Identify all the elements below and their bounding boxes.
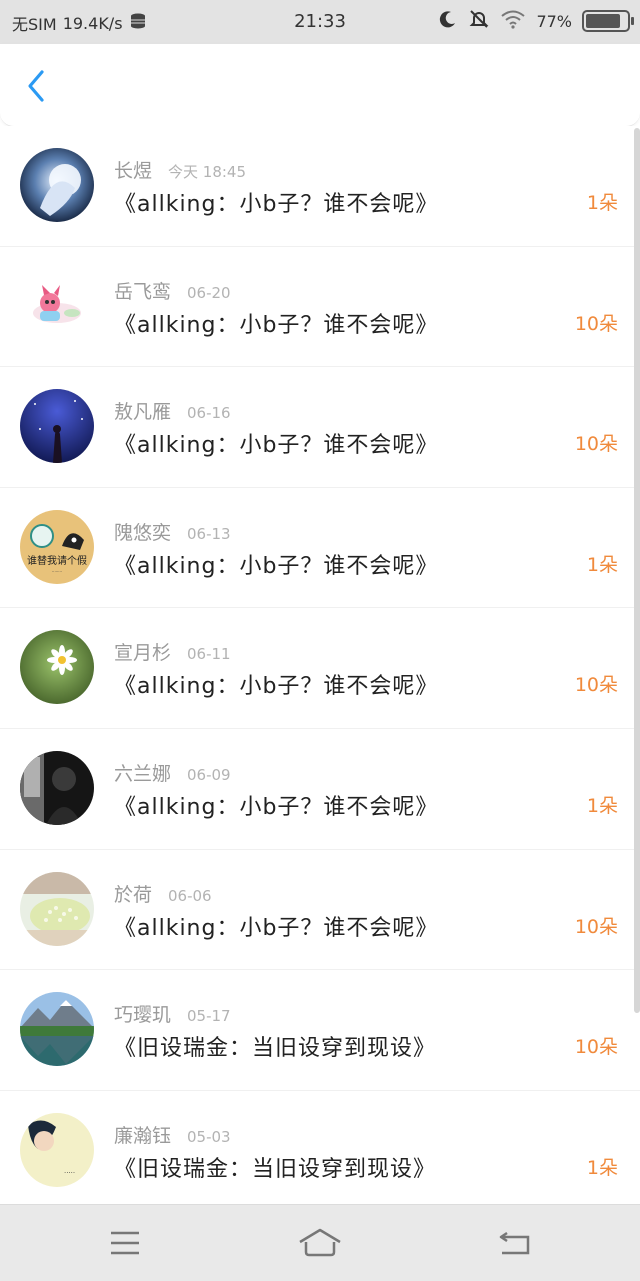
sender-name[interactable]: 隗悠奕 <box>114 518 171 545</box>
avatar[interactable] <box>20 630 94 705</box>
back-button[interactable] <box>16 66 56 106</box>
item-meta: 宣月杉 06-11 <box>114 638 231 665</box>
svg-text:········: ········ <box>52 569 62 574</box>
work-title[interactable]: 《allking：小b子？谁不会呢》 <box>114 307 438 339</box>
item-meta: 敖凡雁 06-16 <box>114 397 231 424</box>
sender-name[interactable]: 岳飞鸾 <box>114 277 171 304</box>
menu-button[interactable] <box>95 1223 155 1263</box>
sender-name[interactable]: 长煜 <box>114 156 152 183</box>
scrollbar[interactable] <box>634 128 640 1013</box>
work-title[interactable]: 《allking：小b子？谁不会呢》 <box>114 668 438 700</box>
sender-name[interactable]: 於荷 <box>114 880 152 907</box>
list-item[interactable]: 六兰娜 06-09 《allking：小b子？谁不会呢》 1朵 <box>0 729 640 850</box>
item-date: 06-20 <box>187 283 231 302</box>
list-item[interactable]: 於荷 06-06 《allking：小b子？谁不会呢》 10朵 <box>0 850 640 971</box>
mute-bell-icon <box>468 9 490 33</box>
item-date: 05-03 <box>187 1127 231 1146</box>
avatar[interactable]: 谁替我请个假 ········ <box>20 509 94 584</box>
flower-amount: 1朵 <box>586 1156 618 1179</box>
avatar[interactable] <box>20 148 94 222</box>
home-button[interactable] <box>290 1223 350 1263</box>
item-meta: 岳飞鸾 06-20 <box>114 277 231 304</box>
list-item[interactable]: 谁替我请个假 ········ 隗悠奕 06-13 《allking：小b子？谁不会呢》… <box>0 488 640 609</box>
home-icon <box>299 1228 341 1257</box>
list-item[interactable]: 敖凡雁 06-16 《allking：小b子？谁不会呢》 10朵 <box>0 367 640 488</box>
item-meta: 长煜 今天 18:45 <box>114 156 246 183</box>
item-date: 06-11 <box>187 645 231 664</box>
chevron-left-icon <box>28 70 44 102</box>
list-item[interactable]: 宣月杉 06-11 《allking：小b子？谁不会呢》 10朵 <box>0 608 640 729</box>
flower-amount: 1朵 <box>586 794 618 817</box>
battery-percent: 77% <box>536 11 572 31</box>
avatar[interactable] <box>20 871 94 946</box>
status-bar: 无SIM 19.4K/s 21:33 77% <box>0 0 640 44</box>
flower-amount: 1朵 <box>586 192 618 214</box>
work-title[interactable]: 《allking：小b子？谁不会呢》 <box>114 789 438 821</box>
sender-name[interactable]: 巧璎玑 <box>114 1000 171 1027</box>
avatar[interactable] <box>20 389 94 464</box>
list-item[interactable]: 岳飞鸾 06-20 《allking：小b子？谁不会呢》 10朵 <box>0 247 640 368</box>
list-item[interactable]: ····· 廉瀚钰 05-03 《旧设瑞金：当旧设穿到现设》 1朵 <box>0 1091 640 1204</box>
avatar[interactable] <box>20 750 94 825</box>
item-date: 06-13 <box>187 524 231 543</box>
wifi-icon <box>500 9 526 33</box>
sender-name[interactable]: 宣月杉 <box>114 638 171 665</box>
nav-bar <box>0 1204 640 1281</box>
header <box>0 44 640 127</box>
item-date: 06-16 <box>187 404 231 423</box>
item-date: 今天 18:45 <box>168 163 247 181</box>
flower-amount: 10朵 <box>574 674 618 697</box>
item-meta: 廉瀚钰 05-03 <box>114 1121 231 1148</box>
item-date: 05-17 <box>187 1007 231 1026</box>
battery-icon <box>582 10 634 32</box>
flower-amount: 10朵 <box>574 312 618 335</box>
sender-name[interactable]: 六兰娜 <box>114 759 171 786</box>
avatar[interactable] <box>20 992 94 1067</box>
item-meta: 隗悠奕 06-13 <box>114 518 231 545</box>
moon-icon <box>438 9 458 33</box>
status-right: 77% <box>438 9 634 33</box>
work-title[interactable]: 《allking：小b子？谁不会呢》 <box>114 427 438 459</box>
item-meta: 六兰娜 06-09 <box>114 759 231 786</box>
svg-text:谁替我请个假: 谁替我请个假 <box>27 554 87 567</box>
work-title[interactable]: 《旧设瑞金：当旧设穿到现设》 <box>114 1030 436 1062</box>
item-date: 06-06 <box>168 886 212 905</box>
work-title[interactable]: 《旧设瑞金：当旧设穿到现设》 <box>114 1151 436 1183</box>
work-title[interactable]: 《allking：小b子？谁不会呢》 <box>114 186 438 218</box>
list-item[interactable]: 巧璎玑 05-17 《旧设瑞金：当旧设穿到现设》 10朵 <box>0 970 640 1091</box>
item-meta: 巧璎玑 05-17 <box>114 1000 231 1027</box>
svg-text:·····: ····· <box>64 1169 75 1177</box>
avatar[interactable] <box>20 268 94 343</box>
flower-amount: 10朵 <box>574 915 618 938</box>
gift-list: 长煜 今天 18:45 《allking：小b子？谁不会呢》 1朵 岳飞鸾 06-20 《a… <box>0 126 640 1204</box>
list-item[interactable]: 长煜 今天 18:45 《allking：小b子？谁不会呢》 1朵 <box>0 126 640 247</box>
return-icon <box>499 1231 530 1255</box>
sender-name[interactable]: 廉瀚钰 <box>114 1121 171 1148</box>
sender-name[interactable]: 敖凡雁 <box>114 397 171 424</box>
flower-amount: 1朵 <box>586 553 618 576</box>
flower-amount: 10朵 <box>574 1036 618 1059</box>
item-date: 06-09 <box>187 765 231 784</box>
item-meta: 於荷 06-06 <box>114 880 212 907</box>
return-button[interactable] <box>485 1223 545 1263</box>
menu-icon <box>111 1231 139 1255</box>
work-title[interactable]: 《allking：小b子？谁不会呢》 <box>114 548 438 580</box>
work-title[interactable]: 《allking：小b子？谁不会呢》 <box>114 910 438 942</box>
flower-amount: 10朵 <box>574 433 618 456</box>
avatar[interactable]: ····· <box>20 1112 94 1187</box>
